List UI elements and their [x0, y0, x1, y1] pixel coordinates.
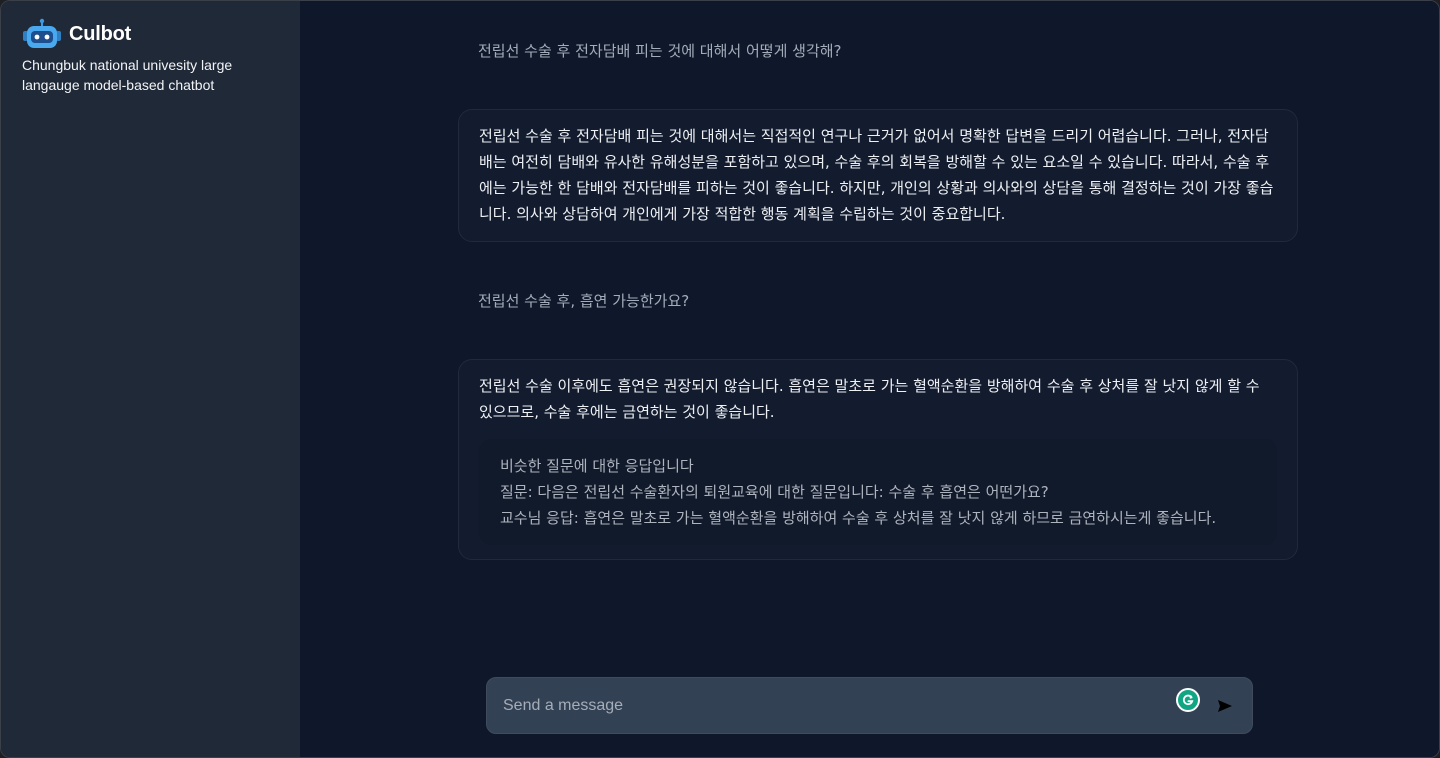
similar-answer-heading: 비슷한 질문에 대한 응답입니다: [500, 457, 694, 475]
send-button[interactable]: [1213, 696, 1237, 716]
professor-answer: 교수님 응답: 흡연은 말초로 가는 혈액순환을 방해하여 수술 후 상처를 잘…: [500, 509, 1217, 527]
grammarly-g-glyph: [1182, 694, 1194, 706]
app-title: Culbot: [69, 22, 132, 45]
message-composer: [486, 677, 1253, 734]
similar-answer-box: 비슷한 질문에 대한 응답입니다 질문: 다음은 전립선 수술환자의 퇴원교육에…: [479, 439, 1277, 545]
app-window: Culbot Chungbuk national univesity large…: [0, 0, 1440, 758]
message-input[interactable]: [487, 678, 1163, 733]
user-message: 전립선 수술 후 전자담배 피는 것에 대해서 어떻게 생각해?: [478, 42, 842, 60]
assistant-message-text: 전립선 수술 후 전자담배 피는 것에 대해서는 직접적인 연구나 근거가 없어…: [479, 127, 1274, 223]
robot-icon: [23, 18, 61, 48]
assistant-message-text: 전립선 수술 이후에도 흡연은 권장되지 않습니다. 흡연은 말초로 가는 혈액…: [479, 377, 1260, 421]
chat-area: 전립선 수술 후 전자담배 피는 것에 대해서 어떻게 생각해? 전립선 수술 …: [300, 1, 1439, 757]
user-message: 전립선 수술 후, 흡연 가능한가요?: [478, 292, 690, 310]
assistant-message: 전립선 수술 후 전자담배 피는 것에 대해서는 직접적인 연구나 근거가 없어…: [458, 109, 1298, 242]
grammarly-icon[interactable]: [1176, 688, 1200, 712]
brand: Culbot: [22, 18, 300, 50]
send-icon: [1218, 700, 1232, 712]
sidebar: Culbot Chungbuk national univesity large…: [1, 1, 300, 757]
similar-question: 질문: 다음은 전립선 수술환자의 퇴원교육에 대한 질문입니다: 수술 후 흡…: [500, 483, 1049, 501]
assistant-message: 전립선 수술 이후에도 흡연은 권장되지 않습니다. 흡연은 말초로 가는 혈액…: [458, 359, 1298, 560]
app-subtitle: Chungbuk national univesity large langau…: [22, 57, 233, 93]
